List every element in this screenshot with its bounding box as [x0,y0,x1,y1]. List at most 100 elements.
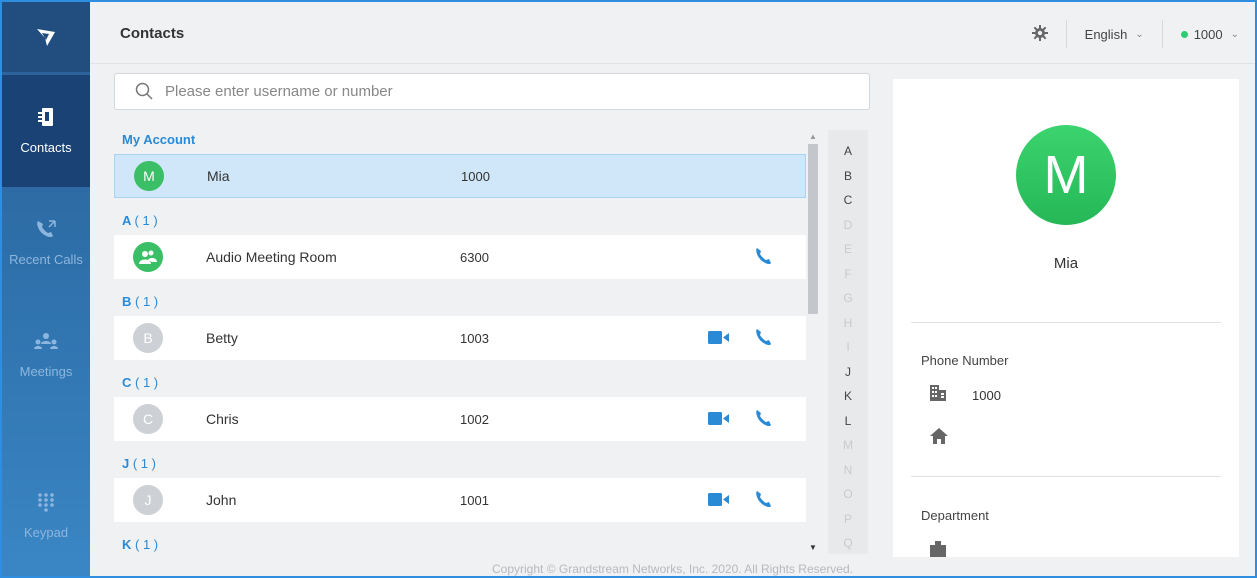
alphabet-letter: P [843,511,852,526]
chevron-down-icon: ⌄ [1135,28,1144,40]
group-count: ( 1 ) [135,294,159,309]
divider [911,476,1221,477]
gear-icon[interactable] [1031,24,1048,44]
group-letter: A [122,213,131,228]
avatar: M [1016,125,1116,225]
alphabet-letter: G [843,291,853,305]
alphabet-letter: O [843,487,853,501]
search-input[interactable] [165,74,855,109]
contact-detail-panel: M Mia Phone Number 1000 Department [893,79,1239,557]
sidebar-item-keypad[interactable]: Keypad [2,460,90,572]
list-item[interactable]: Audio Meeting Room 6300 [114,235,806,279]
contact-number: 1000 [461,168,490,184]
group-header: B ( 1 ) [114,288,806,316]
contact-number: 1002 [460,411,489,427]
alphabet-letter: D [843,217,853,232]
list-item[interactable]: C Chris 1002 [114,397,806,441]
phone-call-icon[interactable] [754,409,772,430]
copyright-footer: Copyright © Grandstream Networks, Inc. 2… [492,562,853,576]
alphabet-letter[interactable]: L [828,414,868,439]
avatar: B [133,323,163,353]
alphabet-letter: Q [843,536,853,550]
scroll-down-icon[interactable]: ▼ [809,543,817,552]
contact-number: 1001 [460,492,489,508]
sidebar-item-label: Keypad [23,525,69,540]
contact-name: Chris [206,411,239,427]
list-item[interactable]: M Mia 1000 [114,154,806,198]
language-label: English [1084,26,1128,42]
video-call-icon[interactable] [708,412,730,428]
alphabet-letter[interactable]: B [828,169,868,194]
list-scrollbar[interactable]: ▲ ▼ [806,130,820,554]
home-icon [930,428,948,447]
contact-name: John [206,492,237,508]
list-item[interactable]: J John 1001 [114,478,806,522]
meeting-room-icon [133,242,163,272]
avatar: M [134,161,164,191]
group-letter: C [122,375,132,390]
alphabet-letter: M [843,438,853,452]
group-count: ( 1 ) [134,213,158,228]
divider [1065,20,1067,48]
alphabet-letter: I [846,340,850,354]
work-number: 1000 [972,388,1001,403]
avatar: C [133,404,163,434]
account-select[interactable]: 1000 ⌄ [1180,27,1239,42]
divider [911,322,1221,323]
contact-name: Audio Meeting Room [206,249,337,265]
contact-number: 6300 [460,249,489,265]
alphabet-letter[interactable]: C [828,193,868,218]
sidebar-item-contacts[interactable]: Contacts [2,75,90,187]
group-header: J ( 1 ) [114,450,806,478]
page-title: Contacts [120,25,185,42]
alphabet-letter: H [843,315,853,330]
detail-name: Mia [1053,255,1079,272]
group-header: K ( 1 ) [114,531,806,556]
contact-list: My Account M Mia 1000 A ( 1 ) Audio Meet… [114,126,806,556]
group-count: ( 1 ) [132,456,156,471]
keypad-icon [37,492,55,515]
header: Contacts English ⌄ 1000 ⌄ [90,2,1255,64]
language-select[interactable]: English ⌄ [1085,27,1144,42]
alphabet-letter[interactable]: K [828,389,868,414]
contact-number: 1003 [460,330,489,346]
scrollbar-thumb[interactable] [808,144,818,314]
alphabet-letter: N [843,462,853,477]
chevron-down-icon: ⌄ [1230,28,1239,40]
department-label: Department [921,508,989,523]
alphabet-letter[interactable]: A [828,144,868,169]
contact-name: Betty [206,330,238,346]
list-item[interactable]: B Betty 1003 [114,316,806,360]
sidebar-item-label: Recent Calls [9,252,83,267]
contact-name: Mia [207,168,230,184]
recent-calls-icon [35,219,57,242]
department-icon [930,541,946,557]
status-dot-icon [1180,30,1188,38]
grandstream-logo-icon [2,2,90,72]
search-box [114,73,870,110]
divider [1161,20,1163,48]
video-call-icon[interactable] [708,331,730,347]
alphabet-letter: F [844,266,852,281]
group-header: C ( 1 ) [114,369,806,397]
group-letter: B [122,294,132,309]
group-count: ( 1 ) [135,537,159,552]
sidebar-item-meetings[interactable]: Meetings [2,299,90,411]
phone-call-icon[interactable] [754,247,772,268]
alphabet-index: ABCDEFGHIJKLMNOPQ [828,130,868,554]
video-call-icon[interactable] [708,493,730,509]
phone-call-icon[interactable] [754,490,772,511]
sidebar-item-label: Meetings [19,364,73,379]
group-header: A ( 1 ) [114,207,806,235]
meetings-icon [33,331,59,354]
alphabet-letter[interactable]: J [828,365,868,390]
phone-number-label: Phone Number [921,353,1009,368]
office-building-icon [930,385,946,404]
group-letter: K [122,537,132,552]
phone-call-icon[interactable] [754,328,772,349]
alphabet-letter: E [843,242,852,256]
sidebar-item-recent-calls[interactable]: Recent Calls [2,187,90,299]
search-icon [135,82,153,103]
scroll-up-icon[interactable]: ▲ [809,132,817,141]
group-letter: J [122,456,130,471]
